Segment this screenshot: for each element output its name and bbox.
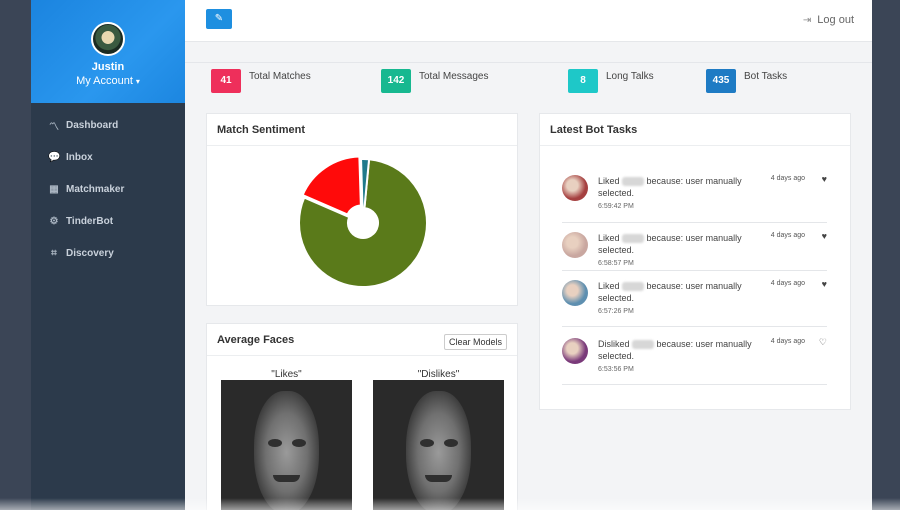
- sign-out-icon: ⇥: [802, 15, 812, 26]
- task-time: 6:58:57 PM: [598, 260, 634, 267]
- stat-value: 142: [381, 69, 411, 93]
- stat-label: Total Matches: [249, 71, 311, 82]
- binoculars-icon: ⌗: [51, 247, 57, 259]
- avatar[interactable]: [91, 22, 125, 56]
- task-time: 6:59:42 PM: [598, 203, 634, 210]
- my-account-label: My Account: [76, 75, 133, 87]
- chart-line-icon: 〽: [49, 121, 59, 133]
- sidebar-nav: 〽 Dashboard 💬 Inbox ▦ Matchmaker ⚙ Tinde…: [31, 103, 185, 269]
- heart-outline-icon: ♡: [818, 337, 827, 347]
- sentiment-chart: [207, 147, 517, 305]
- blurred-name: [622, 177, 645, 187]
- avatar: [562, 280, 588, 306]
- sidebar-item-label: Matchmaker: [66, 183, 125, 195]
- sidebar-item-discovery[interactable]: ⌗ Discovery: [31, 237, 185, 269]
- cogs-icon: ⚙: [49, 215, 59, 227]
- clear-models-button[interactable]: Clear Models: [443, 334, 507, 350]
- blurred-name: [632, 340, 655, 350]
- latest-bot-tasks-card: Latest Bot Tasks Liked because: user man…: [539, 113, 851, 410]
- sidebar-item-label: TinderBot: [66, 215, 114, 227]
- stat-long-talks: 8 Long Talks: [568, 69, 654, 93]
- dislikes-average-face-image: [373, 380, 504, 510]
- compose-button[interactable]: ✎: [206, 9, 232, 29]
- chat-bubbles-icon: 💬: [48, 151, 61, 163]
- task-text: Liked because: user manually selected. 6…: [598, 175, 768, 213]
- sidebar-item-label: Inbox: [66, 151, 93, 163]
- heart-filled-icon: ♥: [821, 279, 827, 289]
- task-ago: 4 days ago: [770, 280, 805, 287]
- task-text: Liked because: user manually selected. 6…: [598, 232, 768, 270]
- blurred-name: [622, 282, 645, 292]
- average-faces-card: Average Faces Clear Models "Likes" "Disl…: [206, 323, 518, 510]
- matchmaker-icon: ▦: [49, 183, 59, 195]
- stat-label: Bot Tasks: [744, 71, 788, 82]
- sentiment-pie-svg: [298, 155, 428, 288]
- my-account-dropdown[interactable]: My Account ▾: [31, 74, 185, 89]
- stats-row: 41 Total Matches 142 Total Messages 8 Lo…: [185, 62, 872, 102]
- heart-filled-icon: ♥: [821, 174, 827, 184]
- task-ago: 4 days ago: [770, 338, 805, 345]
- likes-average-face-image: [221, 380, 352, 510]
- stat-value: 8: [568, 69, 598, 93]
- logout-link[interactable]: ⇥ Log out: [803, 14, 854, 26]
- avatar: [562, 175, 588, 201]
- avatar: [562, 338, 588, 364]
- sidebar-item-label: Dashboard: [66, 119, 119, 131]
- list-item[interactable]: Liked because: user manually selected. 6…: [562, 231, 827, 271]
- stat-value: 41: [211, 69, 241, 93]
- task-text: Disliked because: user manually selected…: [598, 338, 768, 376]
- card-title: Latest Bot Tasks: [540, 114, 850, 146]
- task-ago: 4 days ago: [770, 175, 805, 182]
- app-frame: Justin My Account ▾ 〽 Dashboard 💬 Inbox ▦…: [31, 0, 872, 510]
- task-time: 6:57:26 PM: [598, 308, 634, 315]
- likes-label: "Likes": [271, 369, 302, 380]
- profile-panel: Justin My Account ▾: [31, 0, 185, 103]
- task-text: Liked because: user manually selected. 6…: [598, 280, 768, 318]
- list-item[interactable]: Liked because: user manually selected. 6…: [562, 279, 827, 327]
- sidebar-item-inbox[interactable]: 💬 Inbox: [31, 141, 185, 173]
- sidebar-item-tinderbot[interactable]: ⚙ TinderBot: [31, 205, 185, 237]
- sidebar-item-label: Discovery: [66, 247, 114, 259]
- top-bar: ✎ ⇥ Log out: [185, 0, 872, 42]
- blurred-name: [622, 234, 645, 244]
- stat-total-matches: 41 Total Matches: [211, 69, 311, 93]
- sidebar-item-matchmaker[interactable]: ▦ Matchmaker: [31, 173, 185, 205]
- logout-label: Log out: [817, 14, 854, 26]
- pencil-icon: ✎: [214, 13, 224, 24]
- card-title: Match Sentiment: [207, 114, 517, 146]
- heart-filled-icon: ♥: [821, 231, 827, 241]
- stat-total-messages: 142 Total Messages: [381, 69, 488, 93]
- stat-label: Long Talks: [606, 71, 654, 82]
- username: Justin: [91, 61, 125, 73]
- list-item[interactable]: Disliked because: user manually selected…: [562, 337, 827, 385]
- sidebar: Justin My Account ▾ 〽 Dashboard 💬 Inbox ▦…: [31, 0, 185, 510]
- stat-value: 435: [706, 69, 736, 93]
- list-item[interactable]: Liked because: user manually selected. 6…: [562, 174, 827, 223]
- stat-bot-tasks: 435 Bot Tasks: [706, 69, 787, 93]
- task-time: 6:53:56 PM: [598, 366, 634, 373]
- task-ago: 4 days ago: [770, 232, 805, 239]
- caret-down-icon: ▾: [135, 77, 140, 86]
- dislikes-label: "Dislikes": [417, 369, 460, 380]
- sidebar-item-dashboard[interactable]: 〽 Dashboard: [31, 109, 185, 141]
- stat-label: Total Messages: [419, 71, 489, 82]
- avatar: [562, 232, 588, 258]
- match-sentiment-card: Match Sentiment: [206, 113, 518, 306]
